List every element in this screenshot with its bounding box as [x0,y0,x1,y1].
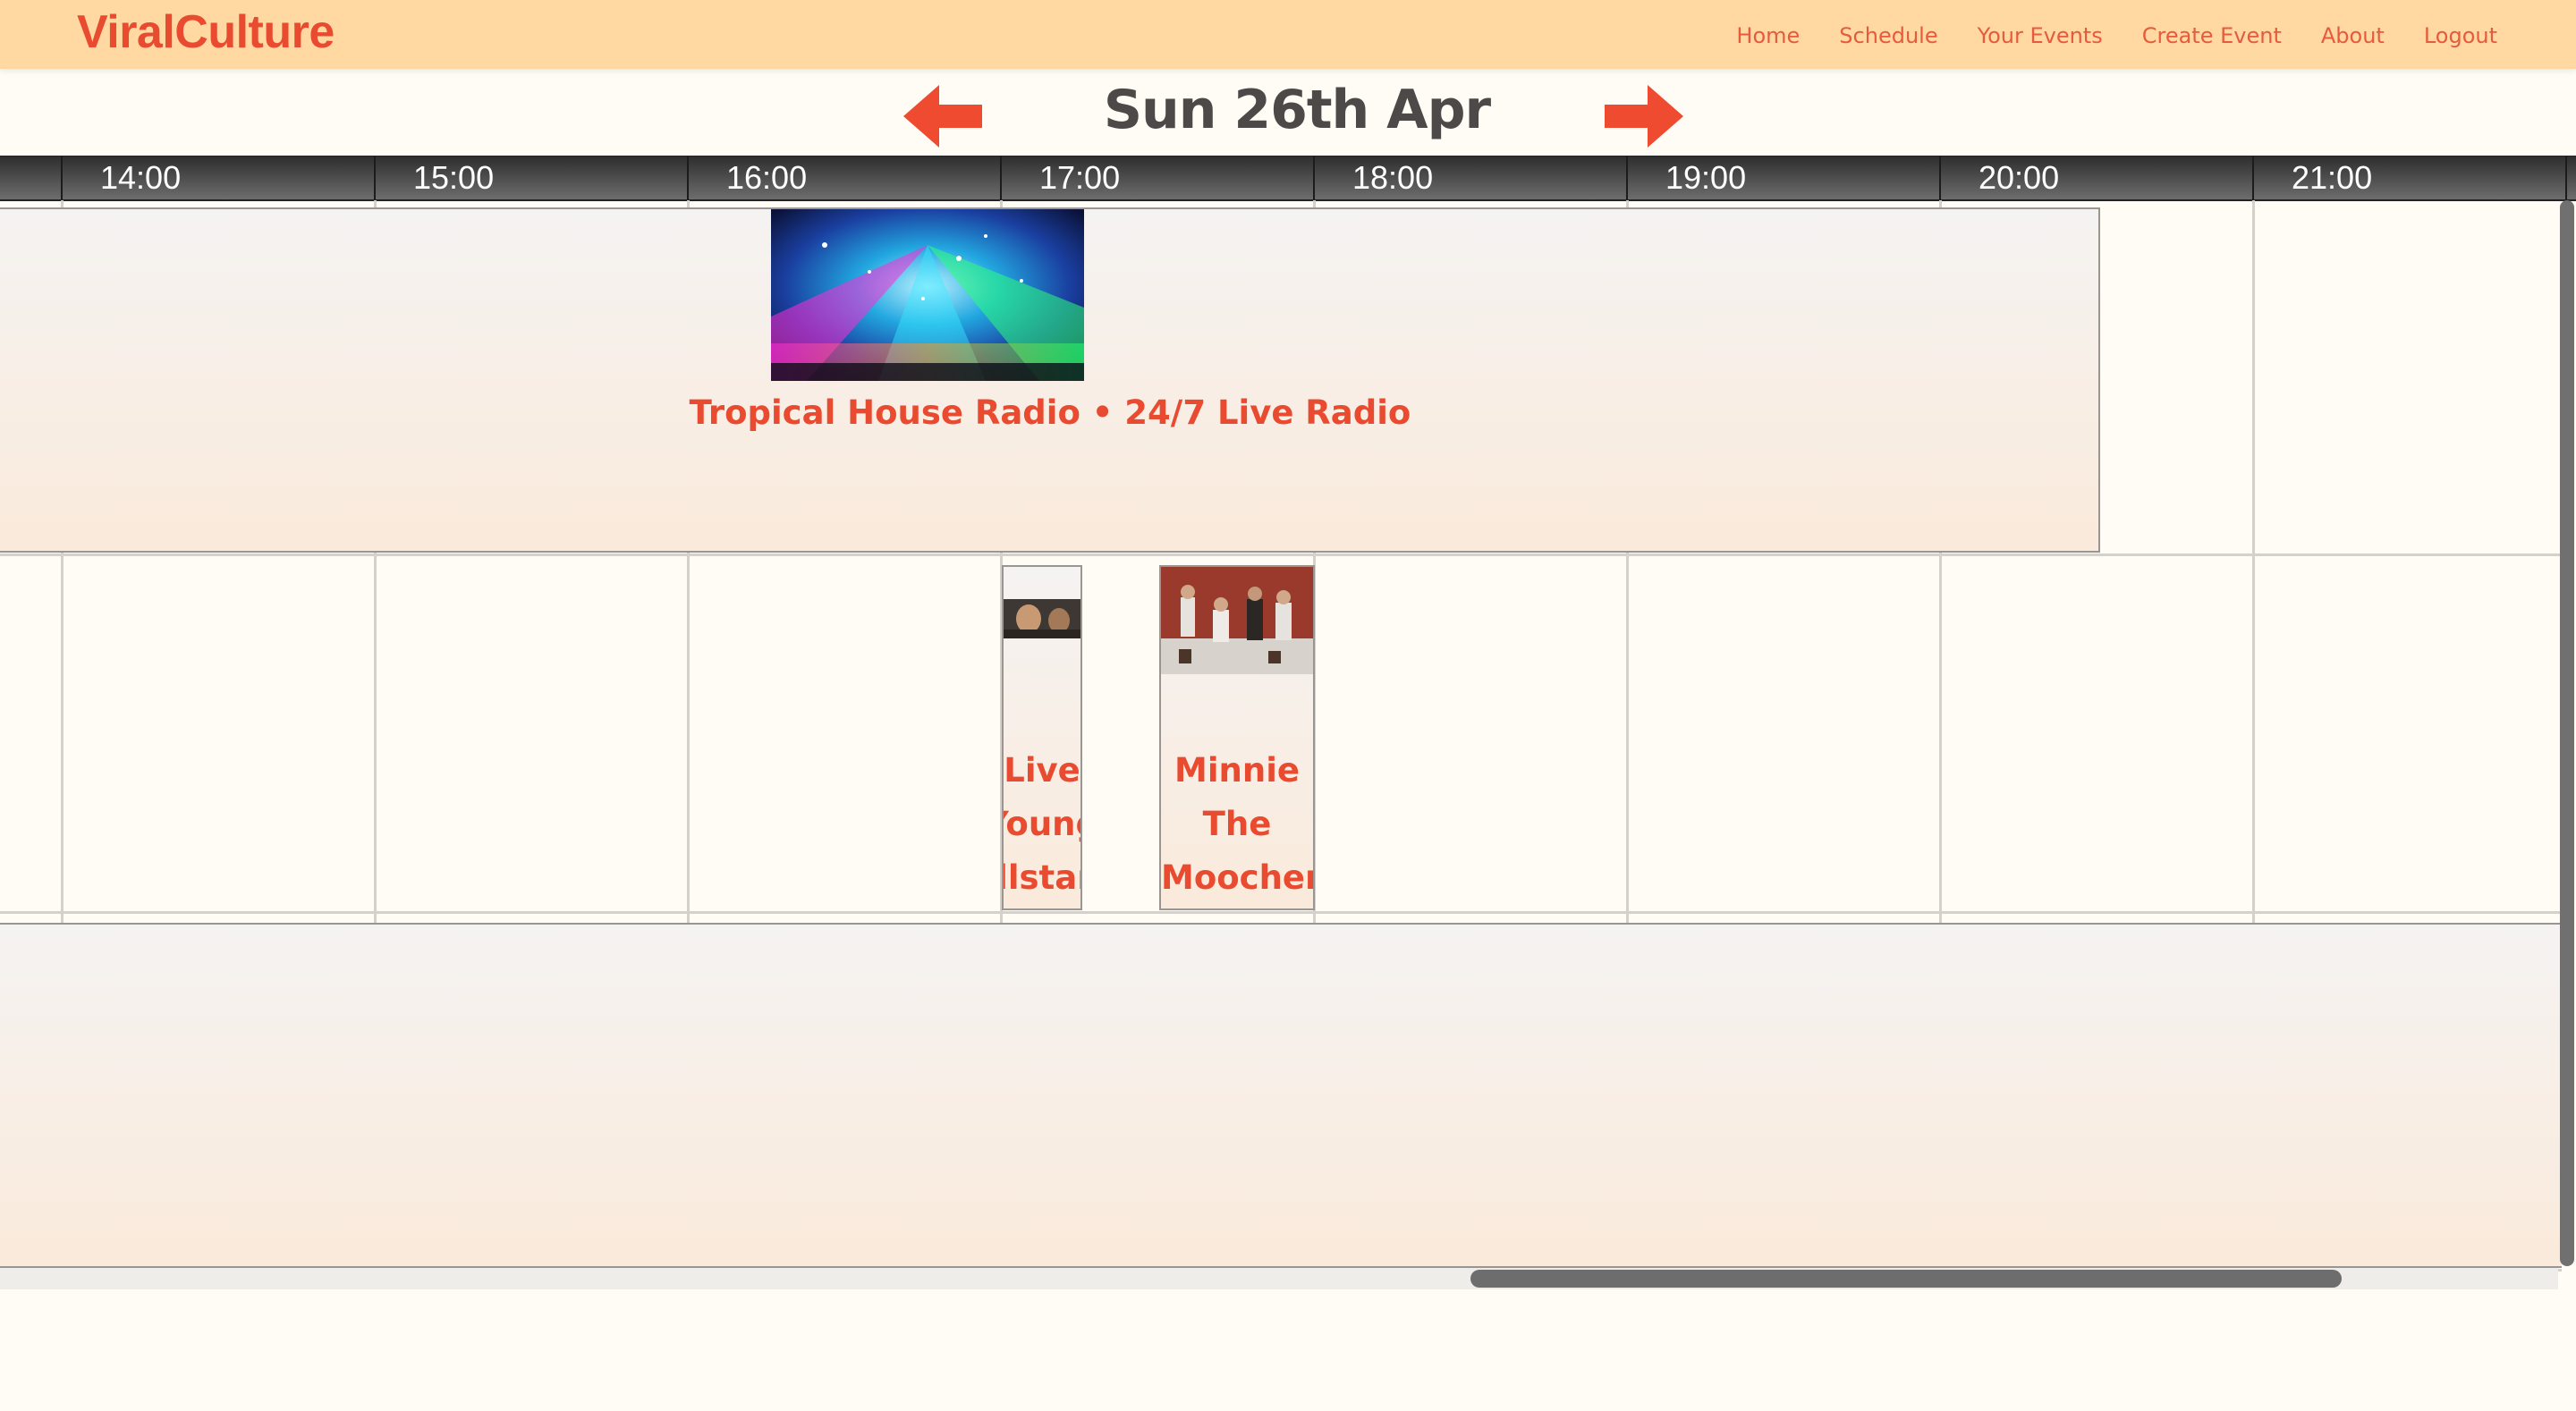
event-card[interactable] [0,923,2562,1268]
event-title: Tropical House Radio • 24/7 Live Radio [689,393,1411,432]
nav-home-link[interactable]: Home [1736,23,1800,48]
hour-label: 16:00 [726,159,808,196]
event-title: Live Young Allstars [1004,751,1080,897]
brand-logo[interactable]: ViralCulture [77,5,335,59]
hour-tick [687,156,689,199]
hour-label: 21:00 [2292,159,2373,196]
hour-tick [1626,156,1628,199]
performers-image [1004,599,1080,638]
event-card[interactable]: Minnie The Moocher [1159,565,1315,910]
hour-label: 14:00 [100,159,182,196]
hour-tick [374,156,376,199]
concert-lights-image [771,209,1084,381]
nav-create-event-link[interactable]: Create Event [2142,23,2282,48]
schedule-grid[interactable]: Tropical House Radio • 24/7 Live Radio L… [0,200,2562,1273]
hour-tick [61,156,63,199]
horizontal-scrollbar[interactable] [1470,1270,2342,1288]
arrow-right-icon[interactable] [1601,85,1683,148]
hour-tick [2252,156,2254,199]
band-photo-image [1161,567,1313,674]
nav-links: Home Schedule Your Events Create Event A… [1736,23,2497,48]
nav-your-events-link[interactable]: Your Events [1978,23,2103,48]
hour-label: 20:00 [1979,159,2060,196]
hour-tick [1000,156,1002,199]
hour-tick [1939,156,1941,199]
arrow-left-icon[interactable] [903,85,986,148]
top-navbar: ViralCulture Home Schedule Your Events C… [0,0,2576,69]
event-card[interactable]: Tropical House Radio • 24/7 Live Radio [0,207,2100,553]
hour-label: 17:00 [1039,159,1121,196]
date-title: Sun 26th Apr [1103,79,1491,141]
nav-schedule-link[interactable]: Schedule [1839,23,1937,48]
event-card[interactable]: Live Young Allstars [1002,565,1082,910]
event-title: Minnie The Moocher [1161,751,1315,897]
row-divider [0,553,2562,556]
vertical-scrollbar[interactable] [2560,200,2574,1266]
hour-tick [1313,156,1315,199]
hour-label: 18:00 [1352,159,1434,196]
hour-label: 19:00 [1665,159,1747,196]
time-header: 14:00 15:00 16:00 17:00 18:00 19:00 20:0… [0,156,2576,201]
date-navigation: Sun 26th Apr [0,72,2576,154]
hour-label: 15:00 [413,159,495,196]
nav-logout-link[interactable]: Logout [2424,23,2497,48]
nav-about-link[interactable]: About [2321,23,2385,48]
hour-tick [2565,156,2567,199]
row-divider [0,911,2562,914]
